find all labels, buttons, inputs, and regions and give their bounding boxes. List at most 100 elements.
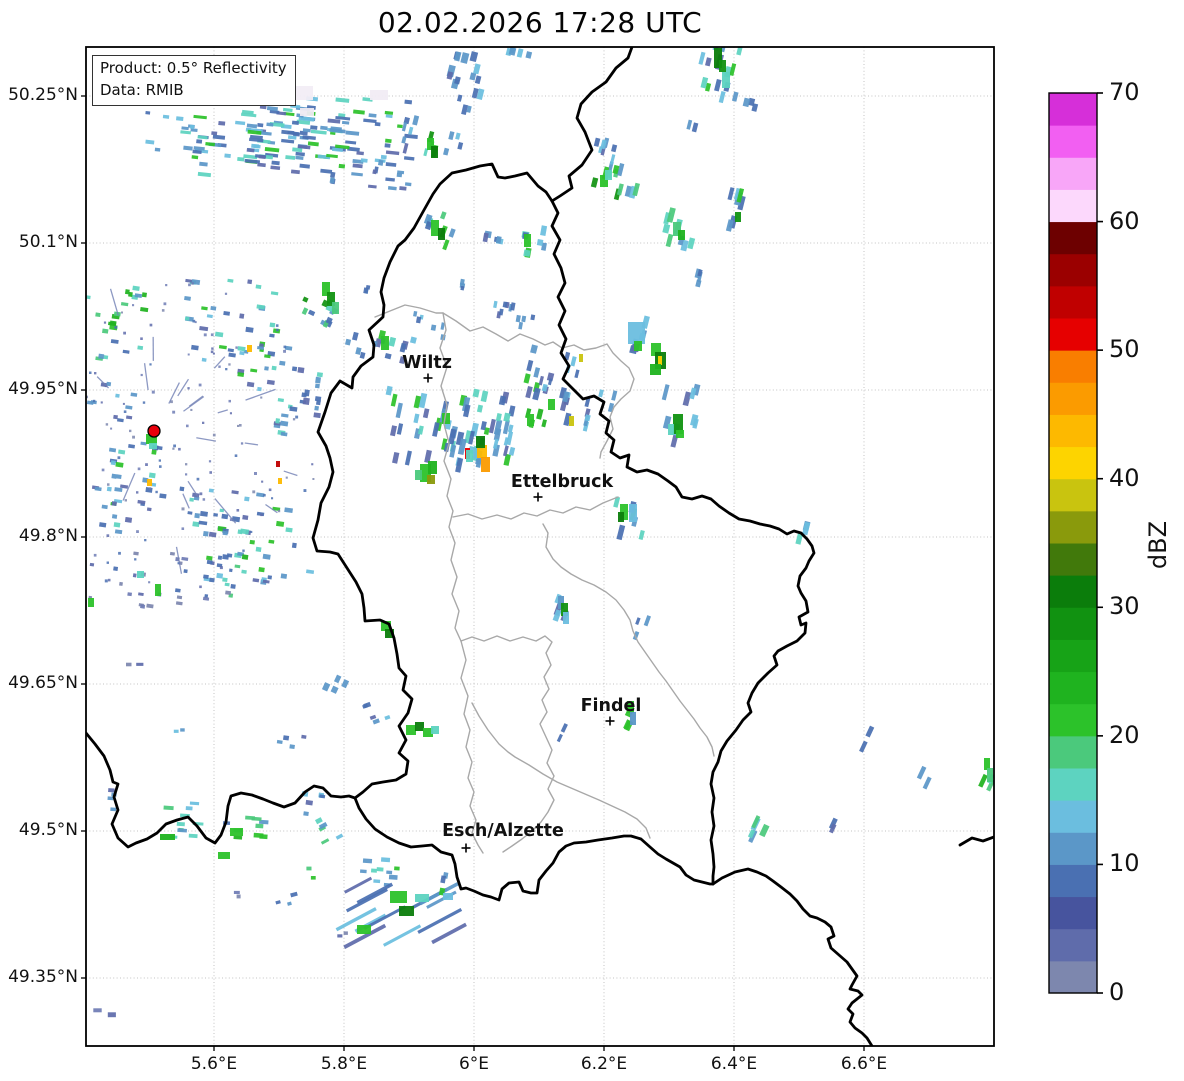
- echo-clutter-dot: [235, 346, 238, 349]
- echo-streak: [169, 551, 175, 556]
- echo-streak: [376, 867, 384, 872]
- echo-clutter-dot: [54, 382, 56, 384]
- colorbar-swatch: [1049, 768, 1097, 801]
- echo-streak: [253, 144, 261, 149]
- echo-clutter-dot: [149, 487, 152, 490]
- echo-streak: [313, 412, 321, 419]
- echo-clutter-dot: [46, 409, 48, 411]
- colorbar-swatch: [1049, 864, 1097, 898]
- colorbar-swatch: [1049, 575, 1097, 608]
- echo-streak: [233, 835, 243, 840]
- echo-clutter-dot: [148, 581, 151, 584]
- echo-cell: [629, 504, 637, 522]
- echo-streak: [154, 147, 161, 152]
- colorbar-swatch: [1049, 125, 1097, 158]
- echo-streak: [176, 821, 185, 827]
- echo-clutter-dot: [107, 578, 111, 582]
- echo-streak: [213, 513, 219, 517]
- echo-streak: [177, 828, 188, 833]
- echo-streak: [189, 497, 195, 502]
- echo-streak: [188, 833, 198, 839]
- echo-clutter-dot: [260, 396, 263, 399]
- echo-streak: [343, 931, 348, 935]
- echo-streak: [289, 744, 295, 750]
- echo-streak: [241, 569, 247, 574]
- echo-clutter-dot: [187, 387, 190, 390]
- echo-streak: [111, 501, 117, 507]
- radar-site-dot: [147, 424, 161, 438]
- echo-clutter-dot: [123, 410, 127, 413]
- echo-streak: [136, 662, 144, 666]
- echo-streak: [192, 521, 200, 528]
- echo-clutter-dot: [144, 539, 147, 542]
- colorbar-swatch: [1049, 285, 1097, 319]
- echo-streak: [218, 120, 226, 126]
- echo-clutter-dot: [190, 408, 193, 411]
- echo-cell: [149, 443, 157, 449]
- echo-clutter-dot: [172, 447, 175, 450]
- echo-clutter-dot: [132, 304, 135, 307]
- echo-streak: [303, 811, 309, 817]
- echo-clutter-dot: [9, 445, 12, 448]
- colorbar-swatch: [1049, 607, 1097, 640]
- echo-clutter-dot: [185, 463, 188, 466]
- echo-clutter-dot: [185, 473, 188, 476]
- echo-streak: [523, 249, 531, 257]
- echo-streak: [176, 116, 184, 121]
- echo-streak: [399, 186, 407, 191]
- colorbar-swatch: [1049, 189, 1097, 223]
- echo-streak: [209, 577, 215, 583]
- echo-streak: [377, 159, 384, 166]
- echo-streak: [217, 555, 223, 560]
- echo-streak: [113, 414, 118, 420]
- echo-clutter-dot: [118, 551, 121, 555]
- echo-clutter-dot: [275, 324, 279, 327]
- echo-streak: [141, 292, 147, 298]
- echo-streak: [536, 239, 544, 246]
- echo-streak: [255, 823, 264, 829]
- echo-cell: [676, 430, 684, 438]
- echo-clutter-dot: [186, 424, 189, 428]
- echo-streak: [111, 514, 118, 519]
- echo-streak: [145, 110, 151, 115]
- echo-clutter-dot: [140, 337, 143, 340]
- colorbar-axis-label: dBZ: [1144, 520, 1172, 570]
- echo-clutter-dot: [94, 372, 97, 375]
- echo-cell: [300, 108, 314, 116]
- echo-clutter-dot: [107, 483, 110, 486]
- echo-clutter-dot: [89, 371, 92, 374]
- colorbar-swatch: [1049, 832, 1097, 865]
- echo-cell: [548, 399, 555, 410]
- echo-clutter-dot: [15, 336, 17, 338]
- echo-clutter-dot: [65, 526, 68, 529]
- echo-clutter-dot: [71, 423, 73, 425]
- echo-clutter-dot: [158, 459, 161, 462]
- echo-streak: [380, 154, 387, 160]
- echo-clutter-dot: [122, 402, 125, 405]
- echo-clutter-dot: [104, 579, 108, 583]
- echo-clutter-dot: [129, 429, 132, 433]
- echo-streak: [394, 866, 400, 871]
- colorbar-swatch: [1049, 446, 1097, 480]
- echo-streak: [221, 513, 229, 520]
- echo-clutter-dot: [276, 328, 279, 332]
- echo-clutter-dot: [240, 442, 244, 445]
- colorbar-swatch: [1049, 543, 1097, 576]
- echo-streak: [183, 569, 188, 574]
- echo-streak: [316, 372, 323, 378]
- echo-streak: [184, 316, 190, 321]
- data-source-line: Data: RMIB: [100, 80, 184, 99]
- radar-reflectivity-figure: 02.02.2026 17:28 UTC Product: 0.5° Refle…: [0, 0, 1184, 1081]
- echo-cell: [438, 228, 445, 240]
- echo-streak: [291, 366, 298, 372]
- echo-cell: [415, 722, 424, 731]
- echo-cell: [431, 146, 438, 158]
- echo-clutter-dot: [136, 530, 139, 533]
- echo-radial-spoke: [0, 404, 25, 410]
- echo-clutter-dot: [191, 282, 194, 285]
- echo-clutter-dot: [254, 472, 257, 475]
- echo-streak: [102, 328, 109, 334]
- echo-cell: [428, 461, 437, 474]
- echo-cell: [630, 712, 636, 725]
- echo-clutter-dot: [56, 312, 58, 314]
